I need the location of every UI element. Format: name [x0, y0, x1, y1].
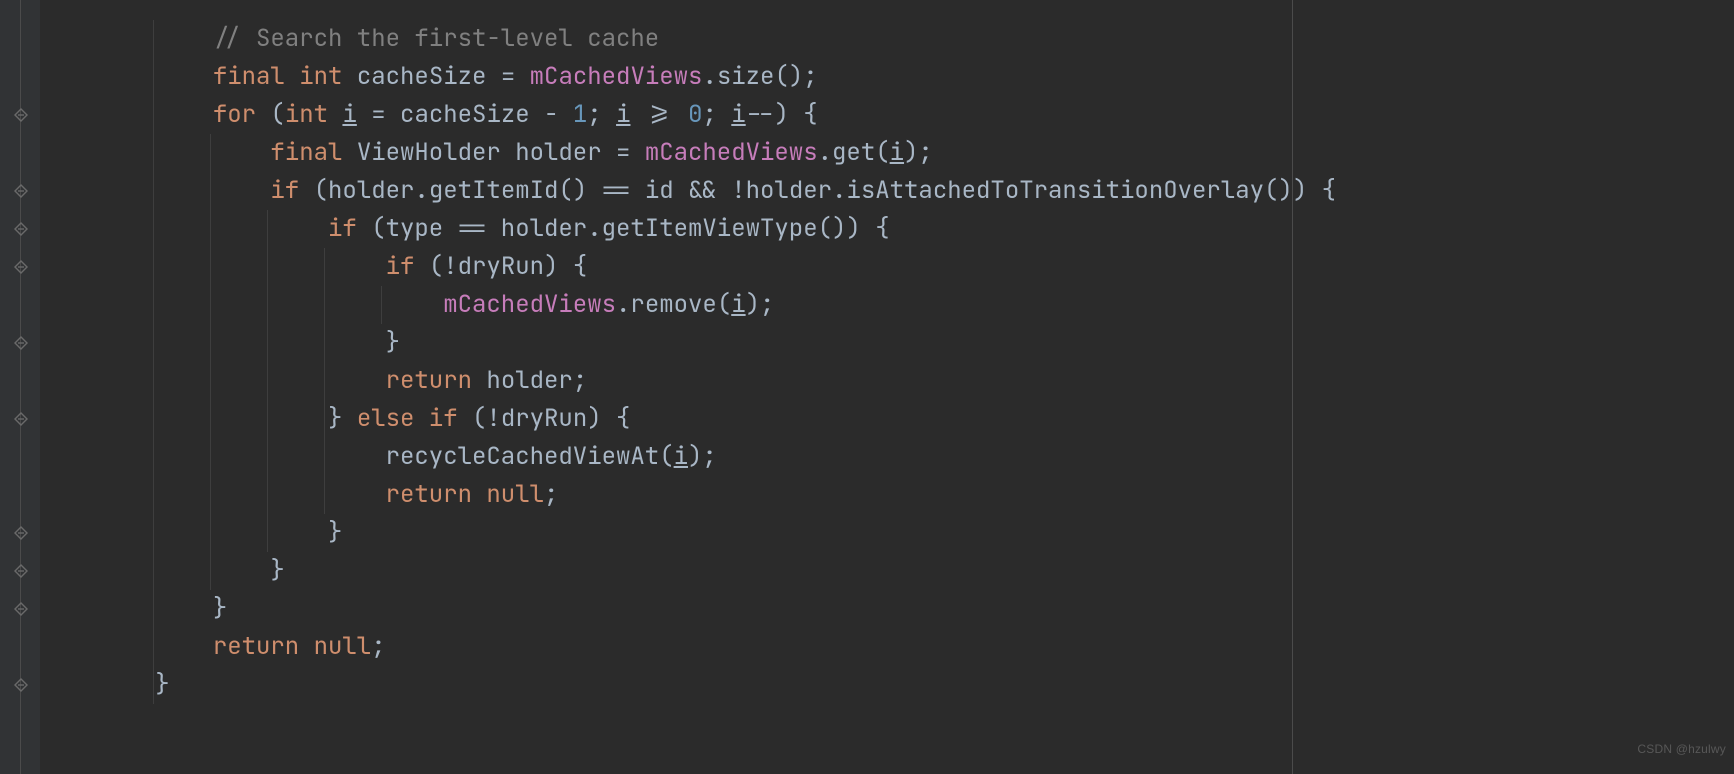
code-token: = cacheSize - [357, 99, 573, 130]
code-line[interactable]: return holder; [40, 362, 1336, 400]
code-token: ); [904, 137, 933, 168]
fold-marker-icon[interactable] [14, 336, 28, 350]
code-token: (!dryRun) { [414, 251, 587, 282]
code-editor[interactable]: // Search the first-level cache final in… [0, 0, 1734, 774]
code-token [328, 99, 342, 130]
code-token: mCachedViews [645, 137, 818, 168]
code-token [342, 61, 356, 92]
code-token: >= [630, 99, 688, 130]
code-line[interactable]: } [40, 514, 1336, 552]
code-token: } [328, 517, 342, 548]
code-token: mCachedViews [530, 61, 703, 92]
code-line[interactable]: final ViewHolder holder = mCachedViews.g… [40, 134, 1336, 172]
code-line[interactable]: return null; [40, 476, 1336, 514]
fold-marker-icon[interactable] [14, 564, 28, 578]
code-token: i [890, 137, 904, 168]
code-token: .get( [818, 137, 890, 168]
code-line[interactable]: recycleCachedViewAt(i); [40, 438, 1336, 476]
code-token: if [386, 251, 415, 282]
code-token: } [328, 403, 357, 434]
code-token: --) { [746, 99, 818, 130]
code-token: if [328, 213, 357, 244]
fold-marker-icon[interactable] [14, 678, 28, 692]
code-token: } [213, 593, 227, 624]
code-token: ); [746, 289, 775, 320]
code-token: int [285, 99, 328, 130]
code-token: } [155, 669, 169, 700]
fold-marker-icon[interactable] [14, 260, 28, 274]
code-token: return null [213, 631, 371, 662]
code-token: final [213, 61, 285, 92]
code-token: return [386, 365, 472, 396]
code-token: ; [544, 479, 558, 510]
code-token: for [213, 99, 256, 130]
code-line[interactable]: } [40, 590, 1336, 628]
code-line[interactable]: // Search the first-level cache [40, 20, 1336, 58]
code-token: (type == holder.getItemViewType()) { [357, 213, 890, 244]
code-token [342, 137, 356, 168]
code-token: ); [688, 441, 717, 472]
code-line[interactable]: } [40, 666, 1336, 704]
code-line[interactable]: if (!dryRun) { [40, 248, 1336, 286]
code-token: .remove( [616, 289, 731, 320]
code-token: i [731, 99, 745, 130]
watermark-text: CSDN @hzulwy [1637, 730, 1726, 768]
code-token: holder; [472, 365, 587, 396]
code-token: recycleCachedViewAt( [386, 441, 674, 472]
code-token: int [299, 61, 342, 92]
code-line[interactable]: final int cacheSize = mCachedViews.size(… [40, 58, 1336, 96]
code-token: 1 [573, 99, 587, 130]
code-token: i [674, 441, 688, 472]
code-token: ( [256, 99, 285, 130]
fold-marker-icon[interactable] [14, 602, 28, 616]
code-token: ViewHolder holder = [357, 137, 645, 168]
code-token: // Search the first-level cache [213, 23, 659, 54]
code-token: ; [371, 631, 385, 662]
code-token: if [270, 175, 299, 206]
code-line[interactable]: return null; [40, 628, 1336, 666]
code-token: i [616, 99, 630, 130]
code-token: final [270, 137, 342, 168]
code-token: (!dryRun) { [458, 403, 631, 434]
code-token: ; [587, 99, 616, 130]
code-line[interactable]: if (type == holder.getItemViewType()) { [40, 210, 1336, 248]
fold-marker-icon[interactable] [14, 222, 28, 236]
code-line[interactable]: for (int i = cacheSize - 1; i >= 0; i--)… [40, 96, 1336, 134]
code-token: } [270, 555, 284, 586]
code-line[interactable]: } [40, 324, 1336, 362]
code-token [285, 61, 299, 92]
code-line[interactable]: mCachedViews.remove(i); [40, 286, 1336, 324]
code-token: 0 [688, 99, 702, 130]
code-token: ; [702, 99, 731, 130]
editor-gutter [0, 0, 40, 774]
code-token: else if [357, 403, 458, 434]
code-token: .size(); [702, 61, 817, 92]
code-token: (holder.getItemId() == id && !holder.isA… [299, 175, 1336, 206]
code-token: i [342, 99, 356, 130]
code-area[interactable]: // Search the first-level cache final in… [40, 20, 1336, 704]
code-line[interactable]: } else if (!dryRun) { [40, 400, 1336, 438]
code-line[interactable]: if (holder.getItemId() == id && !holder.… [40, 172, 1336, 210]
fold-marker-icon[interactable] [14, 108, 28, 122]
code-token: cacheSize = [357, 61, 530, 92]
code-token: i [731, 289, 745, 320]
fold-marker-icon[interactable] [14, 184, 28, 198]
fold-marker-icon[interactable] [14, 526, 28, 540]
code-token: mCachedViews [443, 289, 616, 320]
code-line[interactable]: } [40, 552, 1336, 590]
fold-marker-icon[interactable] [14, 412, 28, 426]
code-token: } [386, 327, 400, 358]
code-token: return null [386, 479, 544, 510]
